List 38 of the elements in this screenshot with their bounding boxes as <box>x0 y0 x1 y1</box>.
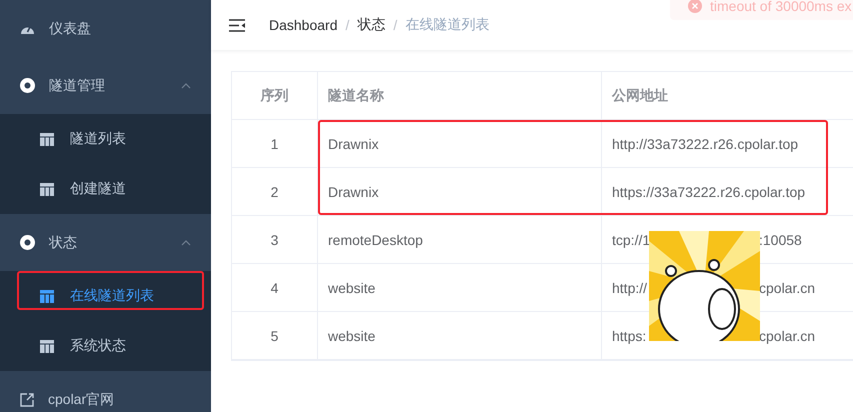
breadcrumb-item[interactable]: 状态 <box>357 16 386 34</box>
table-cell: Drawnix <box>318 120 602 168</box>
menu-item[interactable]: 仪表盘 <box>0 0 211 57</box>
table-icon <box>40 182 54 196</box>
menu-item[interactable]: 隧道管理 <box>0 57 211 114</box>
breadcrumb-separator: / <box>346 17 350 33</box>
table-cell: website <box>318 312 602 360</box>
table-cell: 4 <box>232 264 318 312</box>
table-cell: https://33a73222.r26.cpolar.top <box>602 168 853 216</box>
external-link-icon <box>20 392 34 406</box>
circle-icon <box>20 78 35 93</box>
column-header: 序列 <box>232 72 318 120</box>
table-icon <box>40 290 54 302</box>
breadcrumb-item: 在线隧道列表 <box>405 16 490 34</box>
table-icon <box>40 132 54 146</box>
submenu-item[interactable]: 在线隧道列表 <box>0 271 211 321</box>
table-cell: 3 <box>232 216 318 264</box>
breadcrumb-separator: / <box>393 17 398 33</box>
table-cell: http://33a73222.r26.cpolar.top <box>602 120 853 168</box>
table-cell: website <box>318 264 602 312</box>
table-icon <box>40 340 54 352</box>
error-icon <box>688 0 702 13</box>
submenu-item[interactable]: 创建隧道 <box>0 164 211 214</box>
table-cell: remoteDesktop <box>318 216 602 264</box>
breadcrumb-item[interactable]: Dashboard <box>269 17 338 33</box>
toast-message: timeout of 30000ms ex <box>710 0 852 14</box>
menu-icon[interactable] <box>229 18 245 32</box>
column-header: 公网地址 <box>602 72 853 120</box>
circle-icon <box>20 235 35 250</box>
table-cell: 2 <box>232 168 318 216</box>
submenu-item[interactable]: 系统状态 <box>0 321 211 371</box>
submenu-item[interactable]: 隧道列表 <box>0 114 211 164</box>
column-header: 隧道名称 <box>318 72 602 120</box>
menu-item[interactable]: 状态 <box>0 214 211 271</box>
table-cell: 1 <box>232 120 318 168</box>
menu-item[interactable]: cpolar官网 <box>0 371 211 412</box>
table-cell: 5 <box>232 312 318 360</box>
table-cell: Drawnix <box>318 168 602 216</box>
